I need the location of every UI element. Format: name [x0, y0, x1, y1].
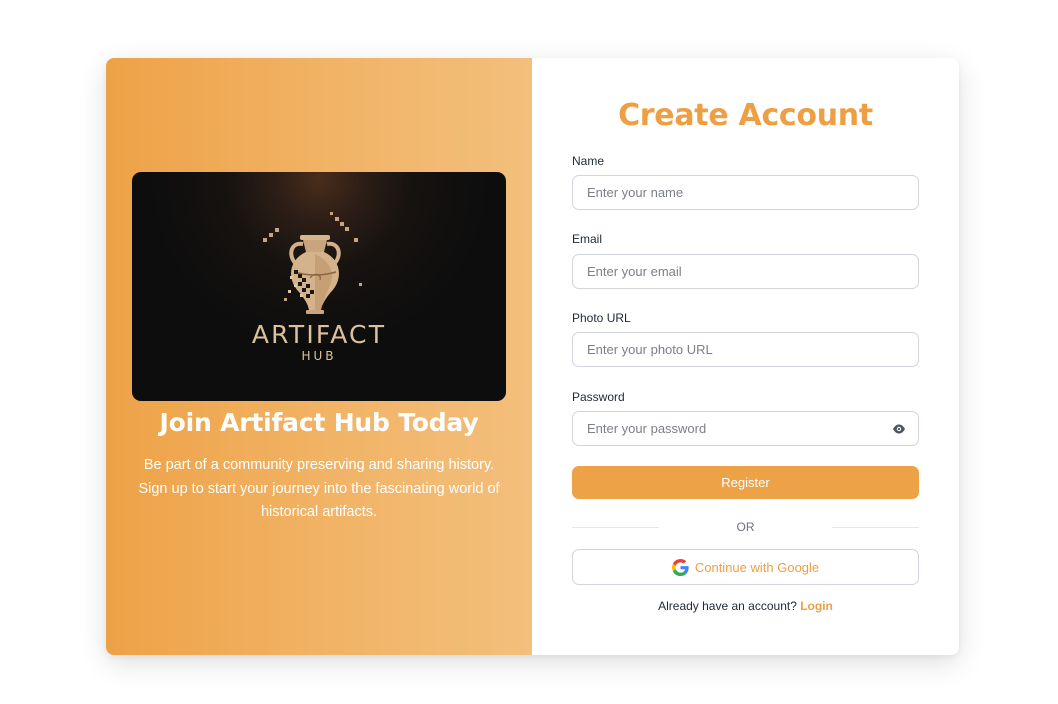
hero-brand-subtitle: HUB	[301, 349, 337, 363]
name-input[interactable]	[572, 175, 919, 210]
email-label: Email	[572, 232, 603, 246]
register-card: ARTIFACT HUB Join Artifact Hub Today Be …	[106, 58, 959, 655]
hero-brand-title: ARTIFACT	[251, 320, 387, 349]
form-title: Create Account	[618, 98, 873, 133]
google-button-label: Continue with Google	[694, 559, 820, 575]
password-input[interactable]	[572, 411, 919, 446]
login-prompt-text: Already have an account?	[658, 599, 797, 613]
eye-icon[interactable]	[892, 422, 906, 436]
register-form: Create Account Name Email Photo URL Pass…	[532, 58, 959, 655]
login-link[interactable]: Login	[800, 599, 833, 613]
promo-heading: Join Artifact Hub Today	[159, 408, 479, 437]
name-label: Name	[572, 154, 605, 168]
photo-url-input[interactable]	[572, 332, 919, 367]
email-input[interactable]	[572, 254, 919, 289]
divider-right	[832, 527, 919, 528]
google-signin-button[interactable]: Continue with Google	[572, 549, 919, 585]
login-prompt: Already have an account? Login	[572, 599, 919, 613]
google-icon	[671, 558, 689, 576]
password-label: Password	[572, 390, 625, 404]
hero-image: ARTIFACT HUB	[132, 172, 506, 401]
amphora-vase-icon	[263, 212, 362, 314]
photo-url-label: Photo URL	[572, 311, 631, 325]
promo-panel: ARTIFACT HUB Join Artifact Hub Today Be …	[106, 58, 532, 655]
register-button[interactable]: Register	[572, 466, 919, 499]
promo-description: Be part of a community preserving and sh…	[138, 457, 500, 520]
